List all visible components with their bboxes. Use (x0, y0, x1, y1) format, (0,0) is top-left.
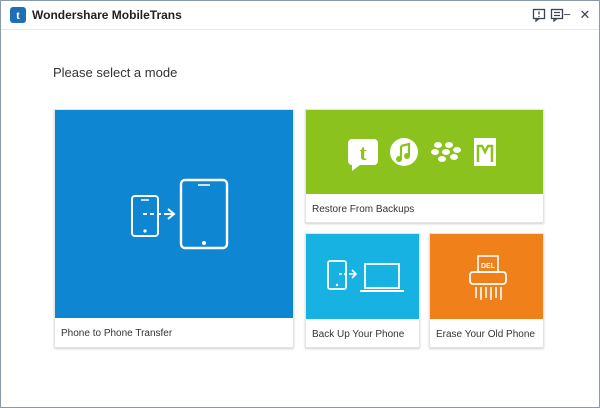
mobiletrans-icon: t (348, 139, 378, 171)
erase-your-old-phone-tile[interactable]: DEL Erase Your Old Phone (429, 233, 544, 348)
tile-label: Back Up Your Phone (312, 329, 405, 340)
phone-to-phone-transfer-tile[interactable]: Phone to Phone Transfer (54, 109, 294, 348)
phone-transfer-icon (131, 178, 229, 250)
tile-color-panel: t (306, 110, 543, 194)
app-title: Wondershare MobileTrans (32, 8, 182, 22)
tile-color-panel: DEL (430, 234, 543, 319)
blackberry-icon (431, 142, 461, 162)
mobilego-icon (474, 138, 496, 166)
tile-color-panel (55, 110, 293, 318)
tile-label: Erase Your Old Phone (436, 329, 535, 340)
svg-text:DEL: DEL (481, 263, 496, 270)
backup-sources-icons: t (348, 138, 496, 171)
title-bar: t Wondershare MobileTrans − ✕ (1, 1, 599, 30)
phone-to-laptop-icon (327, 260, 404, 292)
menu-button[interactable] (541, 7, 564, 23)
tile-color-panel (306, 234, 419, 319)
shredder-icon: DEL (469, 255, 507, 300)
svg-text:t: t (359, 140, 367, 165)
tile-label: Phone to Phone Transfer (61, 328, 173, 339)
back-up-your-phone-tile[interactable]: Back Up Your Phone (305, 233, 420, 348)
tile-label: Restore From Backups (312, 204, 415, 215)
feedback-button[interactable] (523, 7, 546, 23)
itunes-icon (390, 138, 418, 166)
mode-prompt: Please select a mode (53, 65, 178, 80)
minimize-button[interactable]: − (559, 7, 575, 23)
restore-from-backups-tile[interactable]: t Restore From Backups (305, 109, 544, 223)
app-window: t Wondershare MobileTrans − ✕ Please sel… (0, 0, 600, 408)
app-logo-icon: t (10, 7, 26, 23)
close-button[interactable]: ✕ (577, 7, 593, 23)
